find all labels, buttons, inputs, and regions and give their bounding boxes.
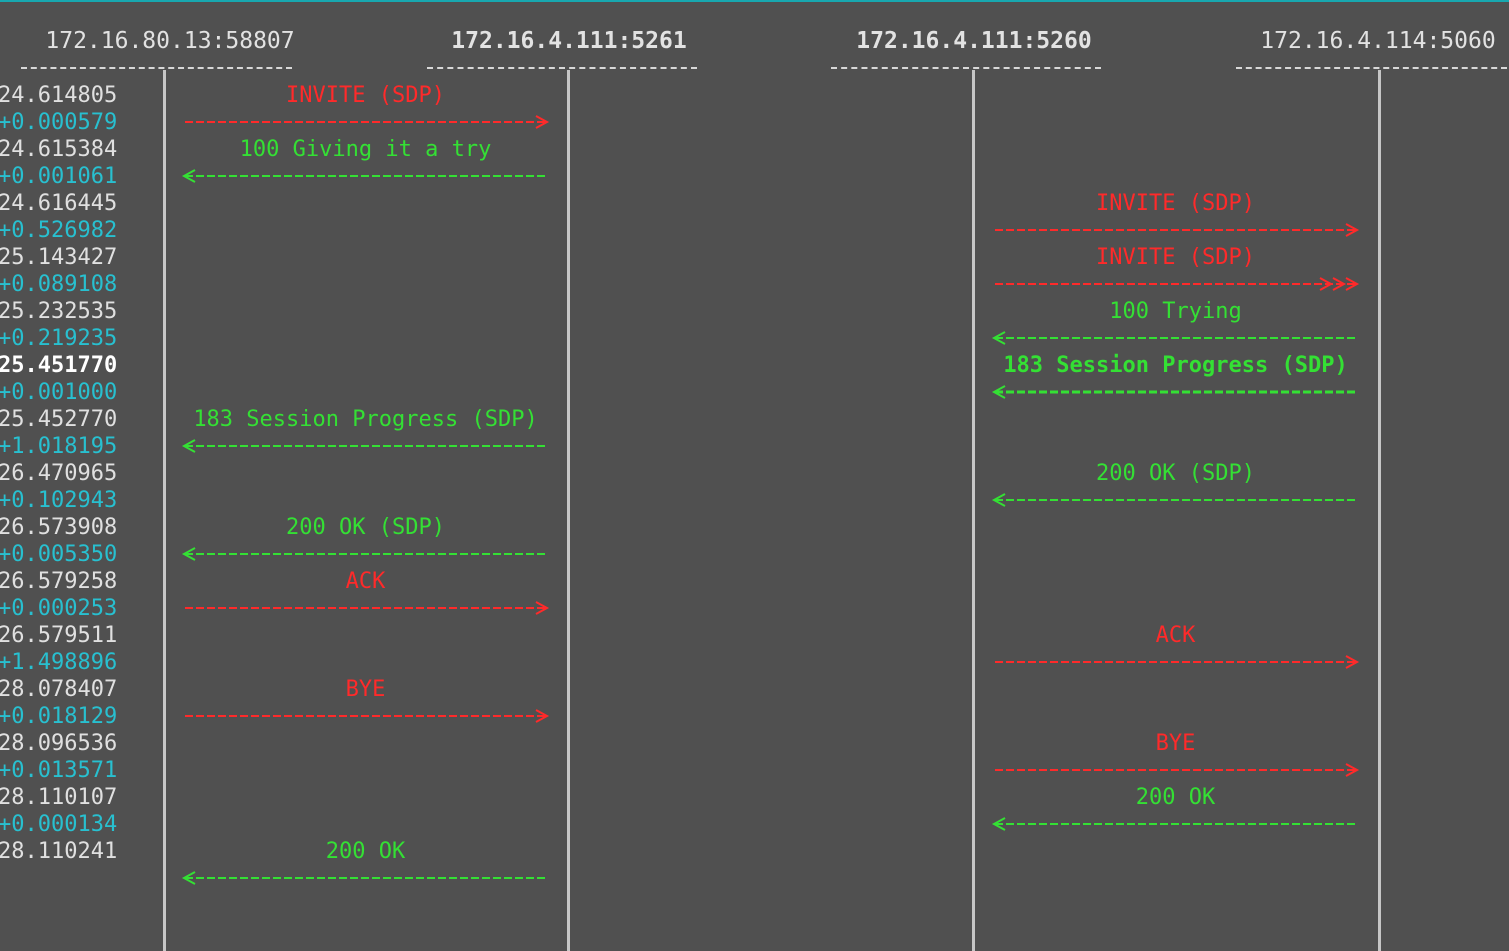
time-delta: +0.001000 — [0, 380, 118, 405]
timestamp: 28.110107 — [0, 785, 118, 810]
timestamp: 28.078407 — [0, 677, 118, 702]
message-arrow[interactable] — [183, 601, 550, 615]
timestamp: 24.616445 — [0, 191, 118, 216]
timestamp: 26.579511 — [0, 623, 118, 648]
message-arrow-graphic — [181, 871, 546, 885]
message-arrow-graphic — [181, 439, 546, 453]
time-delta: +0.089108 — [0, 272, 118, 297]
host-header: 172.16.4.114:5060 — [1260, 28, 1496, 54]
timestamp: 25.143427 — [0, 245, 118, 270]
message-arrow[interactable] — [993, 223, 1360, 237]
message-label[interactable]: ACK — [993, 622, 1358, 649]
lifeline — [567, 70, 570, 951]
message-arrow-graphic — [991, 817, 1356, 831]
message-label[interactable]: 200 OK — [993, 784, 1358, 811]
message-label[interactable]: INVITE (SDP) — [183, 82, 548, 109]
message-arrow-graphic — [995, 763, 1360, 777]
message-arrow[interactable] — [993, 763, 1360, 777]
message-arrow[interactable] — [991, 817, 1358, 831]
message-arrow[interactable] — [181, 547, 548, 561]
message-label[interactable]: ACK — [183, 568, 548, 595]
time-delta: +1.018195 — [0, 434, 118, 459]
time-delta: +0.102943 — [0, 488, 118, 513]
message-arrow[interactable] — [183, 709, 550, 723]
message-arrow-graphic — [181, 169, 546, 183]
host-header: 172.16.4.111:5260 — [856, 28, 1092, 54]
message-arrow[interactable] — [991, 385, 1358, 399]
message-label[interactable]: INVITE (SDP) — [993, 244, 1358, 271]
timestamp: 24.615384 — [0, 137, 118, 162]
message-arrow[interactable] — [181, 871, 548, 885]
message-label[interactable]: 200 OK (SDP) — [183, 514, 548, 541]
message-arrow[interactable] — [991, 331, 1358, 345]
timestamp: 26.470965 — [0, 461, 118, 486]
message-arrow-graphic — [185, 115, 550, 129]
host-header: 172.16.80.13:58807 — [45, 28, 295, 54]
message-label[interactable]: 100 Giving it a try — [183, 136, 548, 163]
message-label[interactable]: 200 OK — [183, 838, 548, 865]
host-header-underline — [427, 67, 697, 69]
message-arrow-graphic — [995, 223, 1360, 237]
lifeline — [163, 70, 166, 951]
time-delta: +0.001061 — [0, 164, 118, 189]
timestamp: 26.579258 — [0, 569, 118, 594]
time-delta: +0.526982 — [0, 218, 118, 243]
host-header-underline — [1236, 67, 1507, 69]
time-delta: +0.000579 — [0, 110, 118, 135]
timestamp: 25.452770 — [0, 407, 118, 432]
host-header-underline — [831, 67, 1101, 69]
message-arrow[interactable] — [993, 655, 1360, 669]
message-arrow-graphic — [181, 547, 546, 561]
message-arrow[interactable] — [181, 169, 548, 183]
message-arrow[interactable] — [991, 493, 1358, 507]
message-label[interactable]: BYE — [993, 730, 1358, 757]
timestamp: 24.614805 — [0, 83, 118, 108]
time-delta: +0.219235 — [0, 326, 118, 351]
timestamp: 26.573908 — [0, 515, 118, 540]
message-label[interactable]: 183 Session Progress (SDP) — [183, 406, 548, 433]
message-label[interactable]: BYE — [183, 676, 548, 703]
message-arrow-graphic — [991, 331, 1356, 345]
message-label[interactable]: 183 Session Progress (SDP) — [993, 352, 1358, 379]
time-delta: +0.013571 — [0, 758, 118, 783]
time-delta: +0.000134 — [0, 812, 118, 837]
message-arrow[interactable] — [993, 277, 1360, 291]
lifeline — [972, 70, 975, 951]
window-top-border — [0, 0, 1509, 2]
time-delta: +0.005350 — [0, 542, 118, 567]
message-arrow-graphic — [185, 601, 550, 615]
message-arrow-graphic — [185, 709, 550, 723]
message-arrow-graphic — [991, 385, 1356, 399]
time-delta: +0.000253 — [0, 596, 118, 621]
message-arrow[interactable] — [183, 115, 550, 129]
timestamp: 25.232535 — [0, 299, 118, 324]
timestamp: 28.110241 — [0, 839, 118, 864]
time-delta: +0.018129 — [0, 704, 118, 729]
message-arrow-graphic — [995, 277, 1360, 291]
message-label[interactable]: INVITE (SDP) — [993, 190, 1358, 217]
message-label[interactable]: 200 OK (SDP) — [993, 460, 1358, 487]
timestamp: 25.451770 — [0, 353, 118, 378]
host-header-underline — [21, 67, 292, 69]
message-arrow[interactable] — [181, 439, 548, 453]
message-arrow-graphic — [991, 493, 1356, 507]
time-delta: +1.498896 — [0, 650, 118, 675]
message-label[interactable]: 100 Trying — [993, 298, 1358, 325]
message-arrow-graphic — [995, 655, 1360, 669]
timestamp: 28.096536 — [0, 731, 118, 756]
host-header: 172.16.4.111:5261 — [451, 28, 687, 54]
lifeline — [1378, 70, 1381, 951]
